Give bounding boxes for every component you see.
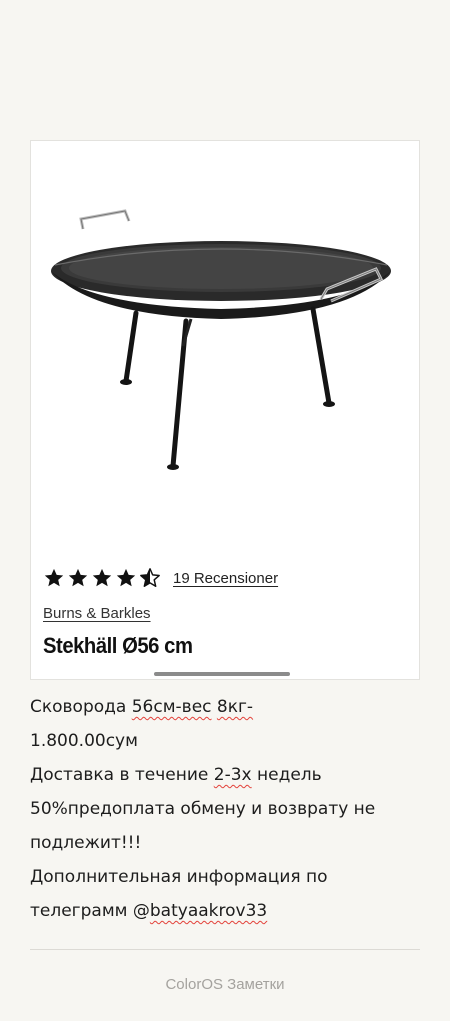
brand-link[interactable]: Burns & Barkles (43, 605, 151, 622)
footer-divider (30, 949, 420, 950)
app-footer-label: ColorOS Заметки (165, 976, 285, 993)
note-line: Дополнительная информация по (30, 867, 328, 887)
star-rating (43, 567, 161, 589)
note-line: Доставка в течение 2-3х недель (30, 758, 425, 792)
spellcheck-word[interactable]: 2-3х (214, 765, 252, 785)
star-full-icon (116, 568, 136, 587)
scroll-indicator (154, 672, 290, 676)
star-half-icon (140, 568, 160, 587)
note-line: 1.800.00сум (30, 731, 138, 751)
note-line: подлежит!!! (30, 833, 142, 853)
spellcheck-word[interactable]: batyaakrov33 (150, 901, 267, 921)
note-body[interactable]: Сковорода 56см-вес 8кг- 1.800.00сум Дост… (30, 690, 425, 928)
product-title: Stekhäll Ø56 cm (43, 633, 193, 658)
note-line: телеграмм @batyaakrov33 (30, 894, 425, 928)
spellcheck-word[interactable]: 56см-вес (132, 697, 212, 717)
star-full-icon (68, 568, 88, 587)
reviews-link[interactable]: 19 Recensioner (173, 570, 278, 587)
star-full-icon (92, 568, 112, 587)
product-image-card[interactable]: 19 Recensioner Burns & Barkles Stekhäll … (30, 140, 420, 680)
note-text: телеграмм @ (30, 901, 150, 921)
note-line: Сковорода 56см-вес 8кг- (30, 690, 425, 724)
image-fade-overlay (309, 581, 419, 679)
rating-row: 19 Recensioner (43, 567, 278, 589)
star-full-icon (44, 568, 64, 587)
spellcheck-word[interactable]: 8кг- (217, 697, 253, 717)
note-text: Доставка в течение (30, 765, 214, 785)
note-text: недель (251, 765, 322, 785)
fire-pan-image (51, 209, 391, 470)
note-text: Сковорода (30, 697, 132, 717)
note-line: 50%предоплата обмену и возврату не (30, 799, 376, 819)
